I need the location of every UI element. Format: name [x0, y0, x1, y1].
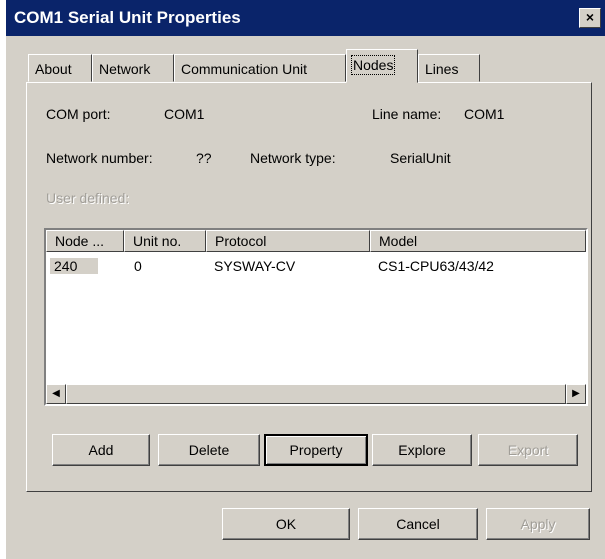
nodes-list[interactable]: Node ... Unit no. Protocol Model 240 0 S…	[44, 228, 588, 406]
ok-button-label: OK	[275, 516, 297, 532]
user-defined-label: User defined:	[46, 190, 130, 206]
tab-lines-label: Lines	[425, 61, 459, 77]
horizontal-scrollbar[interactable]: ◀ ▶	[46, 384, 586, 404]
line-name-label: Line name:	[372, 106, 442, 122]
cell-unit-no: 0	[134, 258, 142, 274]
network-number-label: Network number:	[46, 150, 153, 166]
ok-button[interactable]: OK	[222, 508, 350, 540]
cancel-button[interactable]: Cancel	[358, 508, 478, 540]
network-type-value: SerialUnit	[390, 150, 451, 166]
arrow-left-icon: ◀	[52, 388, 60, 399]
tab-network-label: Network	[99, 61, 151, 77]
com-port-label: COM port:	[46, 106, 111, 122]
line-name-value: COM1	[464, 106, 505, 122]
add-button[interactable]: Add	[52, 434, 150, 466]
window-title: COM1 Serial Unit Properties	[14, 8, 241, 27]
explore-button[interactable]: Explore	[372, 434, 472, 466]
tab-nodes-label: Nodes	[350, 55, 396, 75]
tab-about[interactable]: About	[28, 54, 92, 82]
network-type-label: Network type:	[250, 150, 336, 166]
tab-about-label: About	[35, 61, 72, 77]
delete-button[interactable]: Delete	[158, 434, 260, 466]
tab-nodes[interactable]: Nodes	[346, 49, 418, 83]
tab-communication-unit[interactable]: Communication Unit	[174, 54, 346, 82]
close-icon: ×	[585, 9, 595, 25]
add-button-label: Add	[88, 442, 114, 458]
arrow-right-icon: ▶	[572, 388, 580, 399]
column-header-node[interactable]: Node ...	[46, 230, 124, 252]
tab-lines[interactable]: Lines	[418, 54, 480, 82]
apply-button-label: Apply	[520, 516, 556, 532]
tab-network[interactable]: Network	[92, 54, 174, 82]
cell-node: 240	[50, 258, 98, 274]
cell-protocol: SYSWAY-CV	[214, 258, 296, 274]
close-button[interactable]: ×	[579, 8, 601, 28]
explore-button-label: Explore	[398, 442, 446, 458]
export-button[interactable]: Export	[478, 434, 578, 466]
scroll-thumb[interactable]	[66, 384, 566, 404]
title-bar: COM1 Serial Unit Properties ×	[6, 0, 605, 36]
network-number-value: ??	[196, 150, 212, 166]
column-header-unit-no[interactable]: Unit no.	[124, 230, 206, 252]
com-port-value: COM1	[164, 106, 205, 122]
properties-dialog: COM1 Serial Unit Properties × About Netw…	[6, 0, 605, 559]
cell-model: CS1-CPU63/43/42	[378, 258, 494, 274]
column-header-model[interactable]: Model	[370, 230, 586, 252]
property-button-label: Property	[289, 442, 343, 458]
column-header-protocol[interactable]: Protocol	[206, 230, 370, 252]
property-button[interactable]: Property	[264, 434, 368, 466]
export-button-label: Export	[507, 442, 549, 458]
scroll-left-button[interactable]: ◀	[46, 384, 66, 404]
tab-communication-unit-label: Communication Unit	[181, 61, 308, 77]
delete-button-label: Delete	[188, 442, 230, 458]
scroll-right-button[interactable]: ▶	[566, 384, 586, 404]
apply-button[interactable]: Apply	[486, 508, 590, 540]
cancel-button-label: Cancel	[396, 516, 440, 532]
